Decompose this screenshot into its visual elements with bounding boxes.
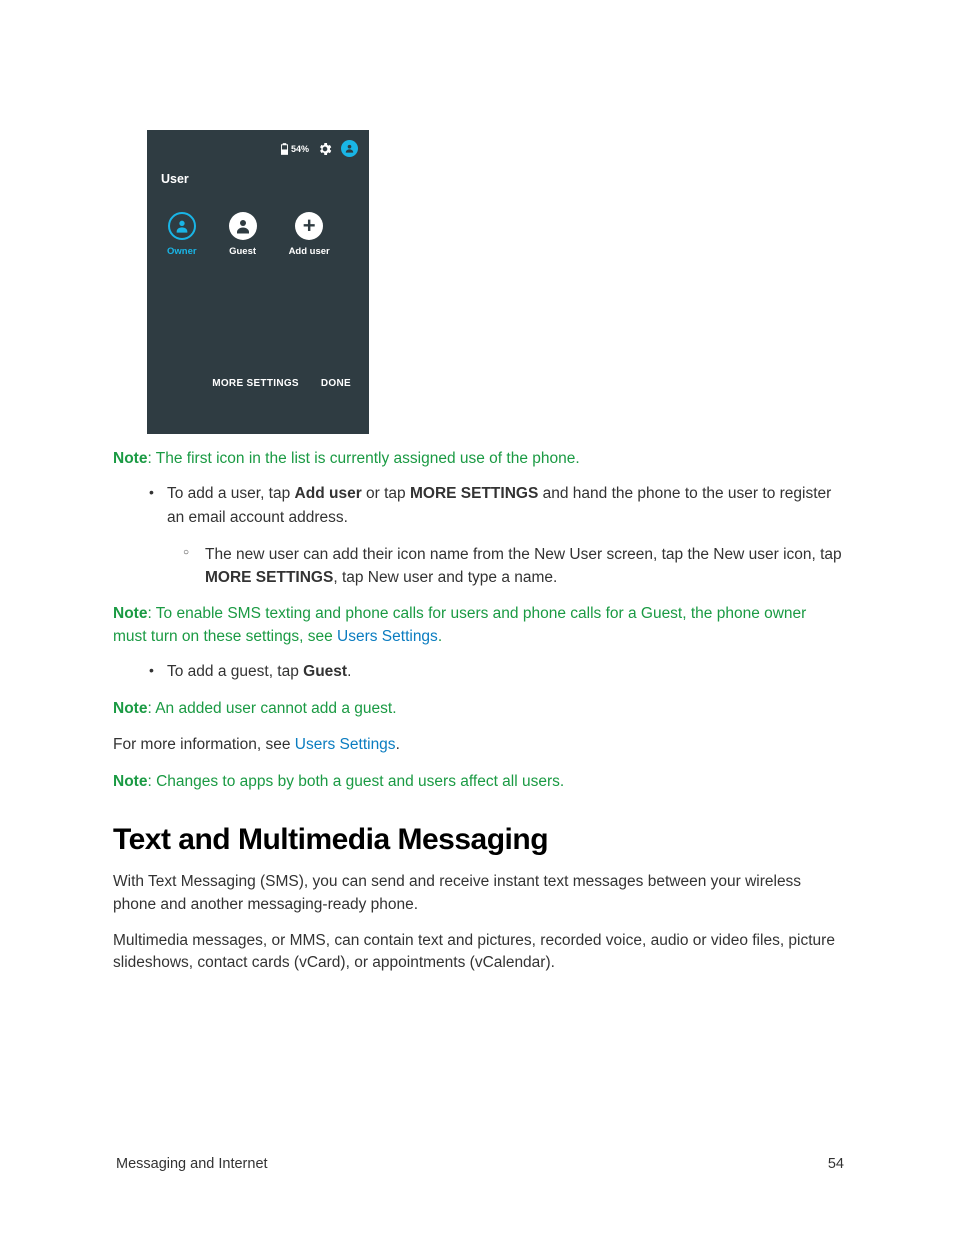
add-user-icon: + — [295, 212, 323, 240]
battery-icon — [281, 143, 288, 155]
user-item-owner: Owner — [167, 212, 197, 257]
user-item-guest: Guest — [229, 212, 257, 257]
phone-status-bar: 54% — [147, 130, 369, 157]
note-4: Note: Changes to apps by both a guest an… — [113, 771, 844, 793]
users-settings-link[interactable]: Users Settings — [337, 628, 438, 645]
phone-done-button: DONE — [321, 378, 351, 389]
bullet-add-user: To add a user, tap Add user or tap MORE … — [167, 482, 844, 589]
footer-page-number: 54 — [828, 1156, 844, 1172]
note-1: Note: The first icon in the list is curr… — [113, 448, 844, 470]
owner-avatar-icon — [168, 212, 196, 240]
section-para-2: Multimedia messages, or MMS, can contain… — [113, 930, 844, 975]
users-settings-link-2[interactable]: Users Settings — [295, 736, 396, 753]
phone-more-settings-button: MORE SETTINGS — [212, 378, 299, 389]
phone-screenshot: 54% User Owner Guest + Add user MORE SET… — [147, 130, 369, 434]
section-heading: Text and Multimedia Messaging — [113, 823, 844, 857]
phone-user-row: Owner Guest + Add user — [147, 186, 369, 257]
section-para-1: With Text Messaging (SMS), you can send … — [113, 871, 844, 916]
note-2: Note: To enable SMS texting and phone ca… — [113, 603, 844, 648]
footer-chapter: Messaging and Internet — [116, 1156, 268, 1172]
user-label: Add user — [289, 246, 330, 257]
person-icon — [344, 143, 355, 154]
user-item-add: + Add user — [289, 212, 330, 257]
para-more-info: For more information, see Users Settings… — [113, 734, 844, 756]
phone-panel-title: User — [147, 157, 369, 186]
note-3: Note: An added user cannot add a guest. — [113, 698, 844, 720]
user-avatar-icon — [341, 140, 358, 157]
battery-percent: 54% — [291, 144, 309, 154]
battery-indicator: 54% — [281, 143, 309, 155]
bullet-add-guest: To add a guest, tap Guest. — [167, 660, 844, 683]
gear-icon — [317, 141, 333, 157]
guest-avatar-icon — [229, 212, 257, 240]
sub-bullet-new-user: The new user can add their icon name fro… — [205, 543, 844, 590]
user-label: Guest — [229, 246, 256, 257]
user-label: Owner — [167, 246, 197, 257]
